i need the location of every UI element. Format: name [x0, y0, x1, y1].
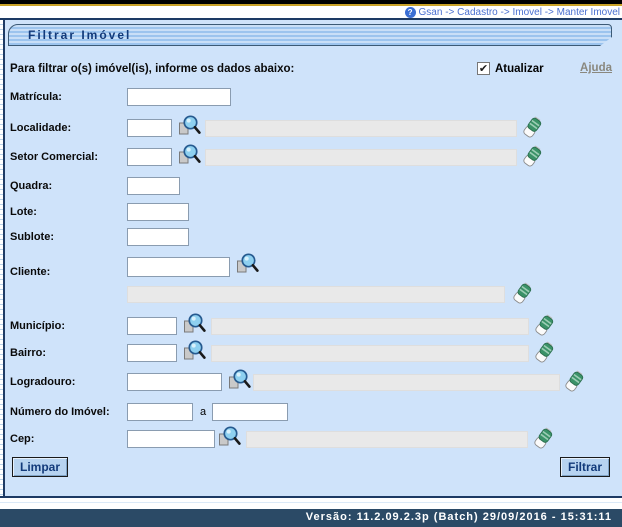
localidade-input[interactable]: [127, 119, 172, 137]
eraser-icon[interactable]: [521, 114, 545, 141]
numero-imovel-row: Número do Imóvel: a: [0, 402, 622, 424]
eraser-icon[interactable]: [563, 368, 587, 395]
quadra-row: Quadra:: [0, 176, 622, 198]
numero-imovel-from-input[interactable]: [127, 403, 193, 421]
atualizar-label: Atualizar: [495, 63, 544, 75]
cliente-label: Cliente:: [10, 266, 50, 278]
bairro-input[interactable]: [127, 344, 177, 362]
atualizar-checkbox[interactable]: ✔: [477, 62, 490, 75]
range-separator: a: [200, 406, 206, 418]
localidade-label: Localidade:: [10, 122, 71, 134]
matricula-label: Matrícula:: [10, 91, 62, 103]
search-icon[interactable]: [236, 252, 260, 279]
setor-comercial-row: Setor Comercial:: [0, 147, 622, 169]
filter-form-panel: Filtrar Imóvel Para filtrar o(s) imóvel(…: [0, 20, 622, 498]
municipio-label: Município:: [10, 320, 65, 332]
page-title-bar: Filtrar Imóvel: [8, 24, 612, 46]
bottom-gap: [0, 500, 622, 509]
cliente-display: [127, 286, 505, 303]
logradouro-label: Logradouro:: [10, 376, 75, 388]
logradouro-row: Logradouro:: [0, 372, 622, 394]
question-badge-icon: ?: [405, 7, 416, 18]
lote-input[interactable]: [127, 203, 189, 221]
version-footer-bar: Versão: 11.2.09.2.3p (Batch) 29/09/2016 …: [0, 509, 622, 527]
eraser-icon[interactable]: [511, 280, 535, 307]
municipio-row: Município:: [0, 316, 622, 338]
checkmark-icon: ✔: [478, 63, 489, 75]
eraser-icon[interactable]: [533, 339, 557, 366]
search-icon[interactable]: [178, 143, 202, 170]
cep-input[interactable]: [127, 430, 215, 448]
cliente-input[interactable]: [127, 257, 230, 277]
setor-comercial-display: [205, 149, 517, 166]
cep-row: Cep:: [0, 429, 622, 451]
version-text: Versão: 11.2.09.2.3p (Batch) 29/09/2016 …: [306, 511, 612, 523]
localidade-row: Localidade:: [0, 118, 622, 140]
matricula-input[interactable]: [127, 88, 231, 106]
gsan-window: ? Gsan -> Cadastro -> Imovel -> Manter I…: [0, 0, 622, 527]
intro-row: Para filtrar o(s) imóvel(is), informe os…: [0, 60, 622, 80]
limpar-button[interactable]: Limpar: [12, 457, 68, 477]
search-icon[interactable]: [183, 312, 207, 339]
cliente-display-row: [0, 284, 622, 306]
logradouro-display: [253, 374, 560, 391]
numero-imovel-to-input[interactable]: [212, 403, 288, 421]
lote-row: Lote:: [0, 202, 622, 224]
logradouro-input[interactable]: [127, 373, 222, 391]
bairro-row: Bairro:: [0, 343, 622, 365]
setor-comercial-input[interactable]: [127, 148, 172, 166]
sublote-row: Sublote:: [0, 227, 622, 249]
municipio-display: [211, 318, 529, 335]
cep-display: [246, 431, 528, 448]
numero-imovel-label: Número do Imóvel:: [10, 406, 110, 418]
bairro-label: Bairro:: [10, 347, 46, 359]
page-title: Filtrar Imóvel: [9, 25, 611, 46]
eraser-icon[interactable]: [521, 143, 545, 170]
sublote-input[interactable]: [127, 228, 189, 246]
sublote-label: Sublote:: [10, 231, 54, 243]
eraser-icon[interactable]: [532, 425, 556, 452]
search-icon[interactable]: [228, 368, 252, 395]
search-icon[interactable]: [178, 114, 202, 141]
filtrar-button[interactable]: Filtrar: [560, 457, 610, 477]
lote-label: Lote:: [10, 206, 37, 218]
search-icon[interactable]: [218, 425, 242, 452]
setor-comercial-label: Setor Comercial:: [10, 151, 98, 163]
breadcrumb-text: Gsan -> Cadastro -> Imovel -> Manter Imo…: [419, 7, 620, 18]
quadra-label: Quadra:: [10, 180, 52, 192]
cliente-row: Cliente:: [0, 256, 622, 278]
quadra-input[interactable]: [127, 177, 180, 195]
ajuda-link[interactable]: Ajuda: [580, 62, 612, 74]
municipio-input[interactable]: [127, 317, 177, 335]
eraser-icon[interactable]: [533, 312, 557, 339]
localidade-display: [205, 120, 517, 137]
instruction-text: Para filtrar o(s) imóvel(is), informe os…: [10, 63, 294, 75]
matricula-row: Matrícula:: [0, 87, 622, 109]
breadcrumb: ? Gsan -> Cadastro -> Imovel -> Manter I…: [0, 6, 622, 18]
cep-label: Cep:: [10, 433, 34, 445]
search-icon[interactable]: [183, 339, 207, 366]
bairro-display: [211, 345, 529, 362]
